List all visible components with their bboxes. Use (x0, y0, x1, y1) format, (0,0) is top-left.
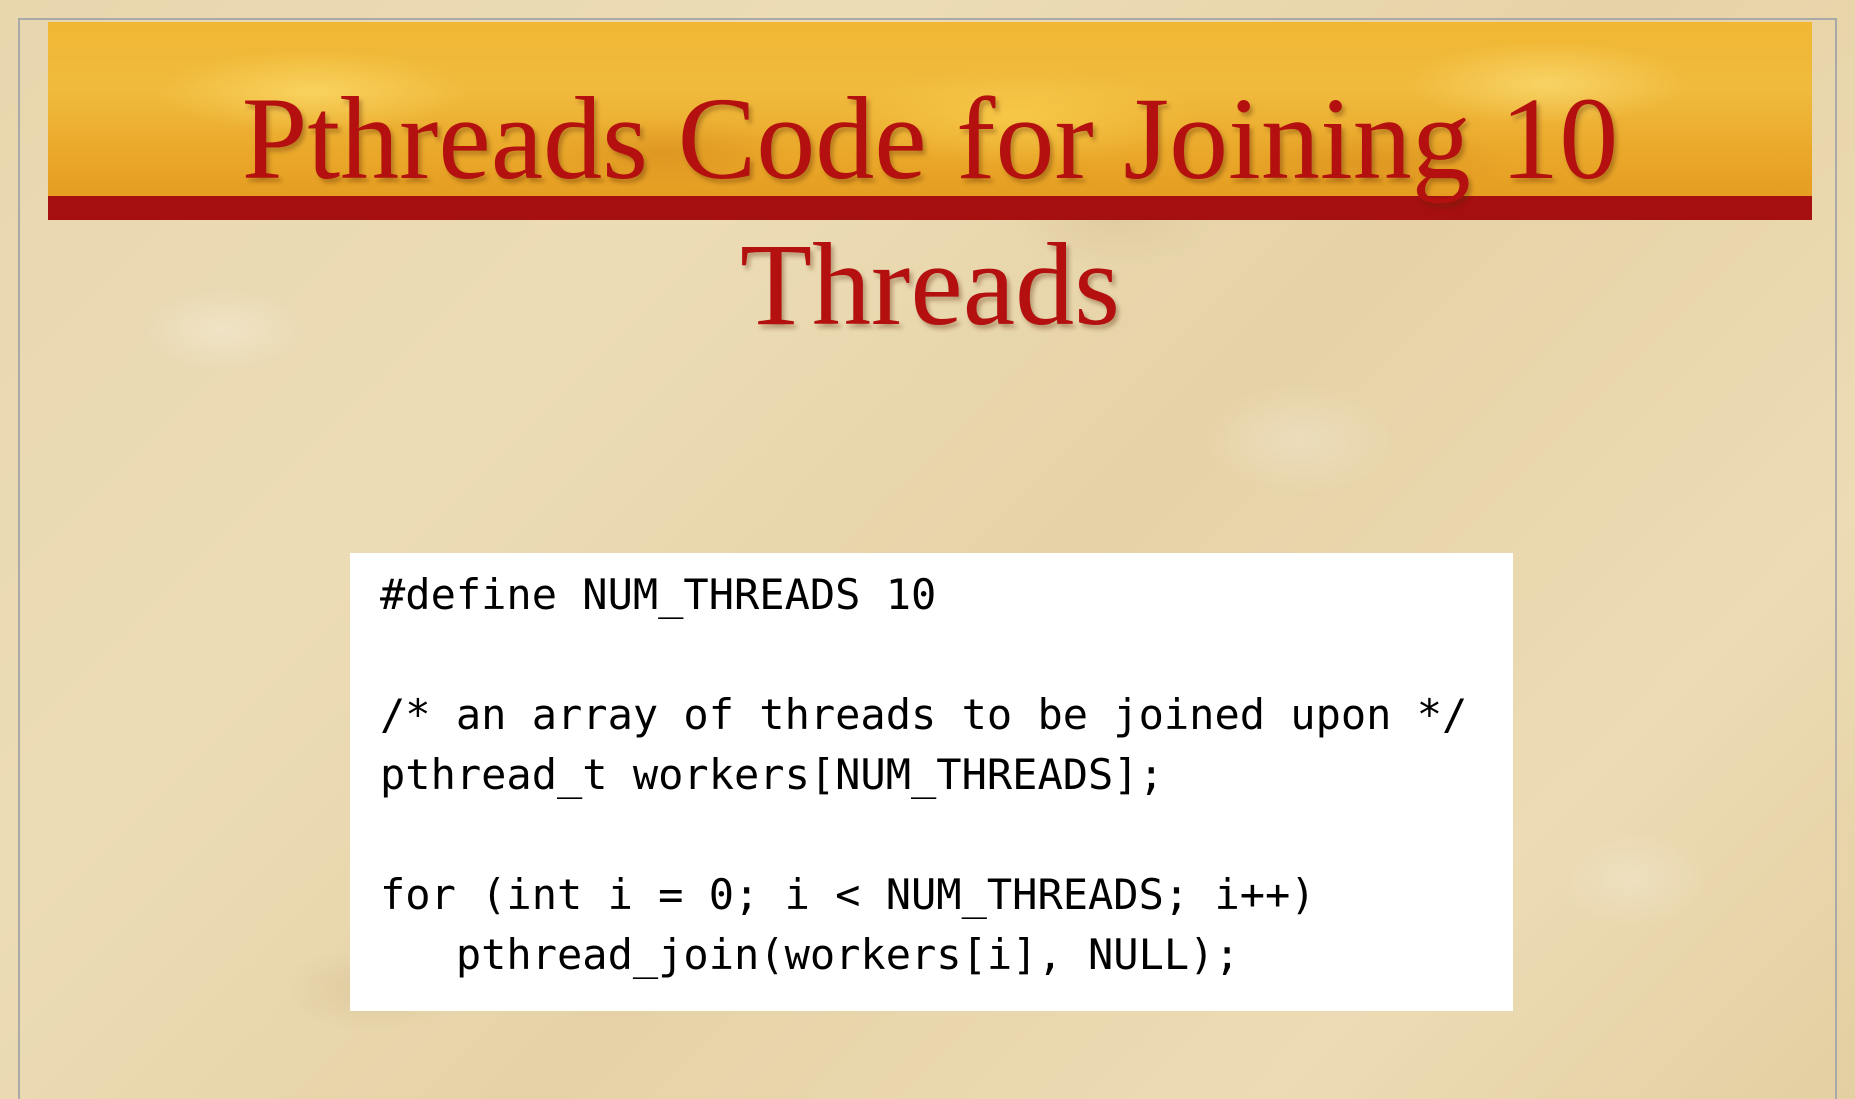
code-line: /* an array of threads to be joined upon… (380, 690, 1468, 739)
code-line: pthread_t workers[NUM_THREADS]; (380, 750, 1164, 799)
code-line: #define NUM_THREADS 10 (380, 570, 937, 619)
slide-title: Pthreads Code for Joining 10 Threads (241, 73, 1619, 350)
code-line: for (int i = 0; i < NUM_THREADS; i++) (380, 870, 1316, 919)
code-line: pthread_join(workers[i], NULL); (380, 930, 1240, 979)
code-block: #define NUM_THREADS 10 /* an array of th… (350, 553, 1513, 1011)
